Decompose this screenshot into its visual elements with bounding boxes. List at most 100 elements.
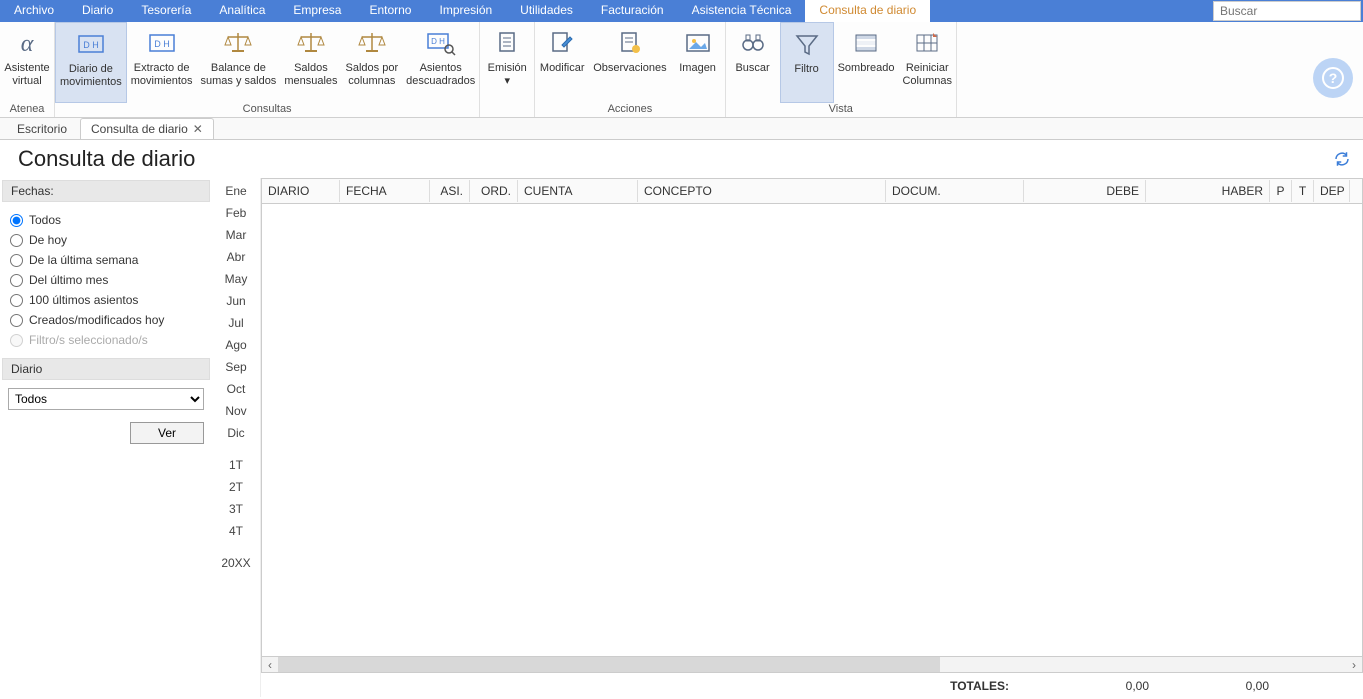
- month-mar[interactable]: Mar: [212, 224, 260, 246]
- menu-asistencia[interactable]: Asistencia Técnica: [678, 0, 806, 22]
- radio-input[interactable]: [10, 254, 23, 267]
- menu-consulta-diario[interactable]: Consulta de diario: [805, 0, 930, 22]
- ribbon-doc-edit-button[interactable]: Modificar: [535, 22, 589, 103]
- radio-input[interactable]: [10, 214, 23, 227]
- radio-input[interactable]: [10, 314, 23, 327]
- column-p[interactable]: P: [1270, 180, 1292, 202]
- ribbon-scale-button[interactable]: Balance desumas y saldos: [197, 22, 281, 103]
- column-dep[interactable]: DEP: [1314, 180, 1350, 202]
- month-jul[interactable]: Jul: [212, 312, 260, 334]
- fecha-radio[interactable]: Creados/modificados hoy: [10, 310, 202, 330]
- ribbon-grid-button[interactable]: ReiniciarColumnas: [898, 22, 956, 103]
- month-dic[interactable]: Dic: [212, 422, 260, 444]
- ver-button[interactable]: Ver: [130, 422, 204, 444]
- radio-input[interactable]: [10, 274, 23, 287]
- fecha-radio[interactable]: De la última semana: [10, 250, 202, 270]
- ribbon-button-label: Balance de: [211, 62, 266, 75]
- column-asi[interactable]: ASI.: [430, 180, 470, 202]
- ribbon-button-label: movimientos: [131, 75, 193, 88]
- ribbon-rows-button[interactable]: Sombreado: [834, 22, 899, 103]
- column-debe[interactable]: DEBE: [1024, 180, 1146, 202]
- page-title: Consulta de diario: [18, 146, 195, 172]
- scroll-left-icon[interactable]: ‹: [262, 658, 278, 672]
- month-ago[interactable]: Ago: [212, 334, 260, 356]
- grid-body[interactable]: [261, 204, 1363, 657]
- menu-empresa[interactable]: Empresa: [279, 0, 355, 22]
- ribbon-alpha-button[interactable]: αAsistentevirtual: [0, 22, 54, 103]
- help-button[interactable]: ?: [1313, 58, 1353, 98]
- month-abr[interactable]: Abr: [212, 246, 260, 268]
- radio-input[interactable]: [10, 294, 23, 307]
- quarter-1T[interactable]: 1T: [212, 454, 260, 476]
- ribbon-scale-button[interactable]: Saldos porcolumnas: [342, 22, 403, 103]
- ribbon: αAsistentevirtualAteneaD HDiario demovim…: [0, 22, 1363, 118]
- menu-analitica[interactable]: Analítica: [205, 0, 279, 22]
- column-t[interactable]: T: [1292, 180, 1314, 202]
- svg-text:D H: D H: [83, 40, 99, 50]
- column-haber[interactable]: HABER: [1146, 180, 1270, 202]
- column-diario[interactable]: DIARIO: [262, 180, 340, 202]
- menu-impresion[interactable]: Impresión: [425, 0, 506, 22]
- month-sep[interactable]: Sep: [212, 356, 260, 378]
- column-docum[interactable]: DOCUM.: [886, 180, 1024, 202]
- column-ord[interactable]: ORD.: [470, 180, 518, 202]
- menu-archivo[interactable]: Archivo: [0, 0, 68, 22]
- ribbon-doc-button[interactable]: Emisión▾: [480, 22, 534, 115]
- tab-escritorio[interactable]: Escritorio: [6, 118, 78, 139]
- ribbon-funnel-button[interactable]: Filtro: [780, 22, 834, 103]
- ribbon-button-label: Filtro: [794, 63, 818, 76]
- doc-note-icon: [614, 29, 646, 57]
- radio-input[interactable]: [10, 234, 23, 247]
- quarter-2T[interactable]: 2T: [212, 476, 260, 498]
- month-may[interactable]: May: [212, 268, 260, 290]
- column-cuenta[interactable]: CUENTA: [518, 180, 638, 202]
- ribbon-button-label: movimientos: [60, 76, 122, 89]
- ribbon-dh-button[interactable]: D HDiario demovimientos: [55, 22, 127, 103]
- month-nov[interactable]: Nov: [212, 400, 260, 422]
- fecha-radio[interactable]: Todos: [10, 210, 202, 230]
- fecha-radio[interactable]: Del último mes: [10, 270, 202, 290]
- fecha-radio[interactable]: De hoy: [10, 230, 202, 250]
- ribbon-dh-button[interactable]: D HExtracto demovimientos: [127, 22, 197, 103]
- ribbon-button-label: Observaciones: [593, 62, 666, 75]
- menu-entorno[interactable]: Entorno: [355, 0, 425, 22]
- month-feb[interactable]: Feb: [212, 202, 260, 224]
- ribbon-doc-note-button[interactable]: Observaciones: [589, 22, 670, 103]
- ribbon-dh-search-button[interactable]: D HAsientosdescuadrados: [402, 22, 479, 103]
- search-input[interactable]: [1213, 1, 1361, 21]
- ribbon-button-label: columnas: [348, 75, 395, 88]
- month-ene[interactable]: Ene: [212, 180, 260, 202]
- column-fecha[interactable]: FECHA: [340, 180, 430, 202]
- column-concepto[interactable]: CONCEPTO: [638, 180, 886, 202]
- refresh-button[interactable]: [1333, 150, 1351, 168]
- diario-select[interactable]: Todos: [8, 388, 204, 410]
- close-icon[interactable]: ✕: [193, 122, 203, 136]
- menu-facturacion[interactable]: Facturación: [587, 0, 678, 22]
- tab-consulta-diario[interactable]: Consulta de diario✕: [80, 118, 214, 139]
- fecha-radio: Filtro/s seleccionado/s: [10, 330, 202, 350]
- month-oct[interactable]: Oct: [212, 378, 260, 400]
- horizontal-scrollbar[interactable]: ‹ ›: [261, 657, 1363, 673]
- ribbon-scale-button[interactable]: Saldosmensuales: [280, 22, 341, 103]
- menu-diario[interactable]: Diario: [68, 0, 127, 22]
- month-jun[interactable]: Jun: [212, 290, 260, 312]
- scroll-right-icon[interactable]: ›: [1346, 658, 1362, 672]
- ribbon-group-label: Atenea: [0, 103, 54, 117]
- ribbon-image-button[interactable]: Imagen: [671, 22, 725, 103]
- totals-row: TOTALES: 0,00 0,00: [261, 673, 1363, 697]
- ribbon-button-label: Extracto de: [134, 62, 190, 75]
- fecha-radio[interactable]: 100 últimos asientos: [10, 290, 202, 310]
- year-button[interactable]: 20XX: [212, 552, 260, 574]
- ribbon-binoculars-button[interactable]: Buscar: [726, 22, 780, 103]
- scroll-thumb[interactable]: [278, 657, 940, 672]
- quarter-3T[interactable]: 3T: [212, 498, 260, 520]
- ribbon-button-label: mensuales: [284, 75, 337, 88]
- radio-label: Creados/modificados hoy: [29, 313, 164, 327]
- quarter-4T[interactable]: 4T: [212, 520, 260, 542]
- menu-tesoreria[interactable]: Tesorería: [127, 0, 205, 22]
- scroll-track[interactable]: [278, 657, 1346, 672]
- ribbon-group: ModificarObservacionesImagenAcciones: [535, 22, 725, 117]
- ribbon-group-label: Vista: [726, 103, 956, 117]
- scale-icon: [222, 29, 254, 57]
- menu-utilidades[interactable]: Utilidades: [506, 0, 587, 22]
